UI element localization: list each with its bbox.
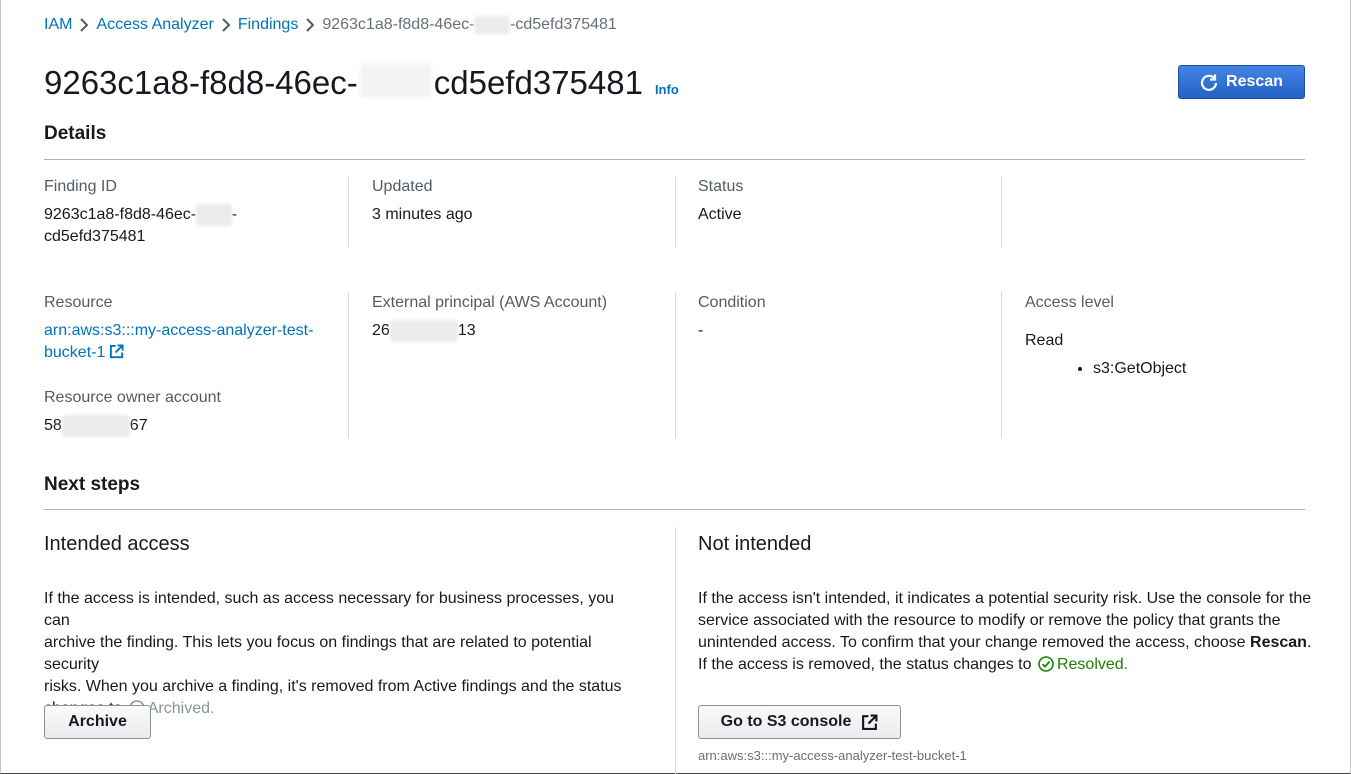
resource-field: Resource arn:aws:s3:::my-access-analyzer… xyxy=(44,292,344,437)
column-divider xyxy=(675,177,676,247)
breadcrumb: IAM Access Analyzer Findings 9263c1a8-f8… xyxy=(44,14,617,36)
chevron-right-icon xyxy=(72,16,96,34)
access-actions-list: s3:GetObject xyxy=(1093,358,1325,380)
breadcrumb-current-prefix: 9263c1a8-f8d8-46ec- xyxy=(322,16,475,33)
updated-label: Updated xyxy=(372,178,433,195)
archive-button[interactable]: Archive xyxy=(44,705,151,739)
rescan-label: Rescan xyxy=(1226,73,1283,90)
account-part: 67 xyxy=(129,417,148,434)
breadcrumb-current: 9263c1a8-f8d8-46ec-8828-cd5efd375481 xyxy=(322,16,617,34)
access-level-label: Access level xyxy=(1025,294,1114,311)
finding-id-part: cd5efd375481 xyxy=(44,228,146,245)
account-part: 58 xyxy=(44,417,62,434)
chevron-right-icon xyxy=(214,16,238,34)
paragraph-line: If the access is intended, such as acces… xyxy=(44,590,615,629)
details-heading: Details xyxy=(44,123,107,144)
go-to-s3-console-label: Go to S3 console xyxy=(720,713,852,730)
chevron-right-icon xyxy=(298,16,322,34)
rescan-emphasis: Rescan xyxy=(1250,634,1307,651)
column-divider xyxy=(1001,292,1002,438)
finding-id-part: 9263c1a8-f8d8-46ec- xyxy=(44,206,197,223)
resource-owner-label: Resource owner account xyxy=(44,389,221,406)
paragraph-line: unintended access. To confirm that your … xyxy=(698,634,1246,651)
breadcrumb-findings[interactable]: Findings xyxy=(238,16,298,34)
breadcrumb-iam[interactable]: IAM xyxy=(44,16,72,34)
s3-resource-note: arn:aws:s3:::my-access-analyzer-test-buc… xyxy=(698,748,967,763)
column-divider xyxy=(348,292,349,438)
title-suffix: cd5efd375481 xyxy=(433,64,643,101)
updated-field: Updated 3 minutes ago xyxy=(372,176,672,226)
paragraph-line: If the access isn't intended, it indicat… xyxy=(698,590,1312,607)
updated-value: 3 minutes ago xyxy=(372,206,473,223)
not-intended-heading: Not intended xyxy=(698,533,812,555)
column-divider xyxy=(675,292,676,438)
resource-link-text[interactable]: arn:aws:s3:::my-access-analyzer-test- xyxy=(44,322,313,339)
refresh-icon xyxy=(1200,74,1218,91)
finding-id-part: - xyxy=(231,206,238,223)
external-principal-label: External principal (AWS Account) xyxy=(372,294,608,311)
account-part: 13 xyxy=(457,322,476,339)
status-value: Active xyxy=(698,206,742,223)
external-link-icon xyxy=(862,714,878,730)
resolved-status-text: Resolved. xyxy=(1056,656,1129,673)
condition-field: Condition - xyxy=(698,292,998,342)
finding-id-value: 9263c1a8-f8d8-46ec-8828- cd5efd375481 xyxy=(44,204,344,248)
paragraph-line: archive the finding. This lets you focus… xyxy=(44,634,592,673)
finding-id-field: Finding ID 9263c1a8-f8d8-46ec-8828- cd5e… xyxy=(44,176,344,248)
paragraph-line: If the access is removed, the status cha… xyxy=(698,656,1032,673)
go-to-s3-console-button[interactable]: Go to S3 console xyxy=(698,705,901,739)
resource-link[interactable]: arn:aws:s3:::my-access-analyzer-test- bu… xyxy=(44,320,344,364)
rescan-button[interactable]: Rescan xyxy=(1178,65,1305,99)
status-field: Status Active xyxy=(698,176,998,226)
external-link-icon xyxy=(110,344,124,359)
intended-access-text: If the access is intended, such as acces… xyxy=(44,588,644,720)
breadcrumb-current-suffix: -cd5efd375481 xyxy=(510,16,617,33)
finding-id-label: Finding ID xyxy=(44,178,117,195)
paragraph-line: . xyxy=(1306,634,1312,651)
redacted-text: 8828 xyxy=(474,16,511,34)
divider xyxy=(44,509,1305,510)
divider xyxy=(44,159,1305,160)
archived-status-text: Archived. xyxy=(147,700,215,717)
redacted-text xyxy=(359,64,432,98)
column-divider xyxy=(675,527,676,774)
column-divider xyxy=(1001,177,1002,247)
next-steps-heading: Next steps xyxy=(44,474,141,495)
access-level-field: Access level Read s3:GetObject xyxy=(1025,292,1325,380)
redacted-text xyxy=(389,320,458,342)
redacted-text: 8828 xyxy=(196,204,232,226)
list-item: s3:GetObject xyxy=(1093,358,1325,380)
paragraph-line: risks. When you archive a finding, it's … xyxy=(44,678,622,695)
intended-access-heading: Intended access xyxy=(44,533,190,555)
column-divider xyxy=(348,177,349,247)
resolved-status-icon xyxy=(1038,656,1054,672)
status-label: Status xyxy=(698,178,744,195)
redacted-text xyxy=(61,415,130,437)
breadcrumb-access-analyzer[interactable]: Access Analyzer xyxy=(96,16,213,34)
resource-label: Resource xyxy=(44,294,113,311)
access-level-value: Read xyxy=(1025,332,1064,349)
paragraph-line: service associated with the resource to … xyxy=(698,612,1281,629)
external-principal-value: 26 13 xyxy=(372,320,672,342)
condition-value: - xyxy=(698,322,704,339)
condition-label: Condition xyxy=(698,294,766,311)
title-prefix: 9263c1a8-f8d8-46ec- xyxy=(44,64,358,101)
resource-owner-value: 58 67 xyxy=(44,415,344,437)
external-principal-field: External principal (AWS Account) 26 13 xyxy=(372,292,672,342)
resource-link-text[interactable]: bucket-1 xyxy=(44,344,105,361)
not-intended-text: If the access isn't intended, it indicat… xyxy=(698,588,1318,676)
info-link[interactable]: Info xyxy=(655,82,679,97)
account-part: 26 xyxy=(372,322,390,339)
page-title: 9263c1a8-f8d8-46ec-cd5efd375481 Info xyxy=(44,60,679,102)
